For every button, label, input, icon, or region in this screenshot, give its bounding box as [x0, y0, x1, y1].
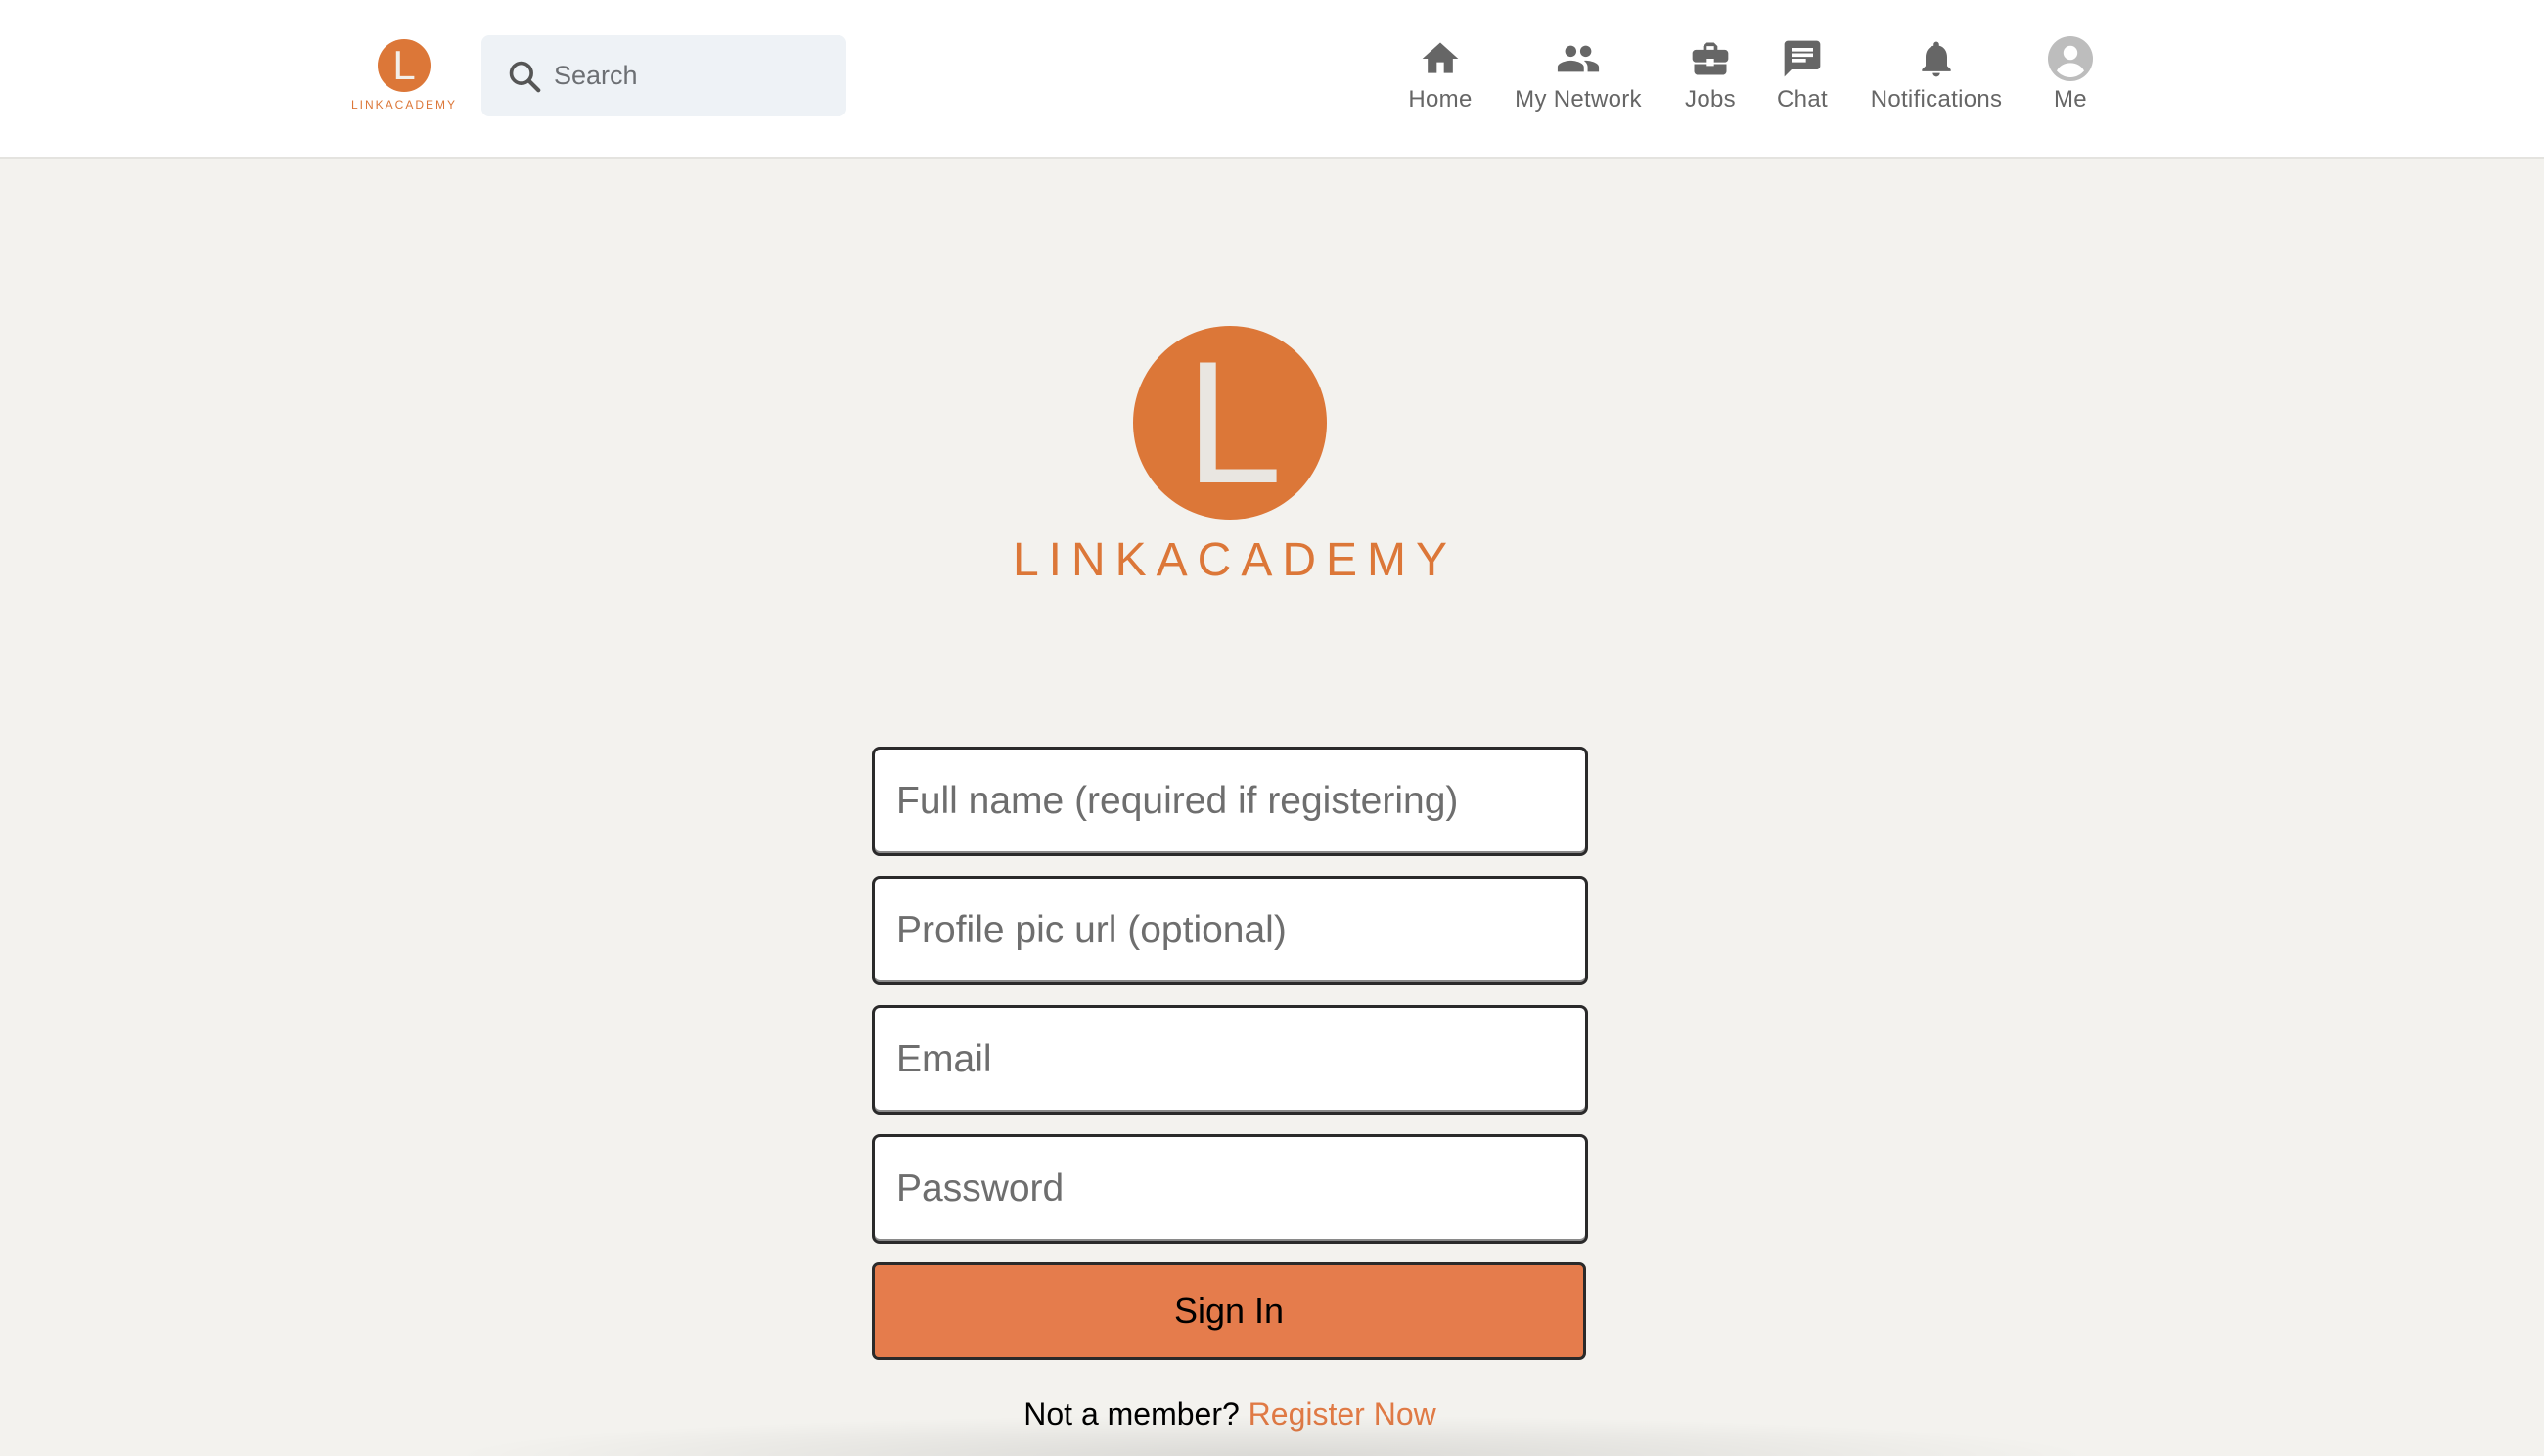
nav-notifications-label: Notifications [1870, 86, 2003, 113]
nav-notifications[interactable]: Notifications [1863, 35, 2010, 117]
password-input[interactable] [872, 1134, 1588, 1244]
sign-in-button[interactable]: Sign In [872, 1262, 1586, 1360]
home-icon [1417, 35, 1464, 82]
people-icon [1555, 35, 1602, 82]
register-now-link[interactable]: Register Now [1249, 1396, 1436, 1432]
nav-jobs-label: Jobs [1685, 86, 1736, 113]
nav-my-network-label: My Network [1515, 86, 1642, 113]
search-bar[interactable]: Search [481, 35, 846, 116]
brand-logo[interactable]: L LINKACADEMY [346, 39, 462, 115]
nav-home[interactable]: Home [1402, 35, 1478, 117]
main-logo-letter: L [1185, 325, 1283, 520]
profile-pic-url-input[interactable] [872, 876, 1588, 985]
main-logo-wordmark: LINKACADEMY [1012, 534, 1458, 586]
register-prompt: Not a member? Register Now [872, 1394, 1588, 1433]
avatar-icon [2047, 35, 2094, 82]
nav-chat[interactable]: Chat [1769, 35, 1836, 117]
email-input[interactable] [872, 1005, 1588, 1115]
chat-icon [1779, 35, 1826, 82]
not-member-text: Not a member? [1023, 1396, 1240, 1432]
search-input[interactable]: Search [554, 61, 638, 91]
nav-me[interactable]: Me [2041, 35, 2100, 117]
nav-me-label: Me [2054, 86, 2087, 113]
nav-home-label: Home [1408, 86, 1473, 113]
search-icon [505, 57, 544, 96]
main-logo-mark: L [1133, 326, 1327, 520]
fullname-input[interactable] [872, 747, 1588, 856]
brand-logo-wordmark: LINKACADEMY [350, 98, 458, 112]
nav-my-network[interactable]: My Network [1507, 35, 1650, 117]
brand-logo-mark: L [378, 39, 431, 92]
briefcase-icon [1687, 35, 1734, 82]
top-navbar: L LINKACADEMY Search Home My Network Job… [0, 0, 2544, 159]
nav-jobs[interactable]: Jobs [1676, 35, 1745, 117]
bell-icon [1913, 35, 1960, 82]
nav-chat-label: Chat [1777, 86, 1828, 113]
